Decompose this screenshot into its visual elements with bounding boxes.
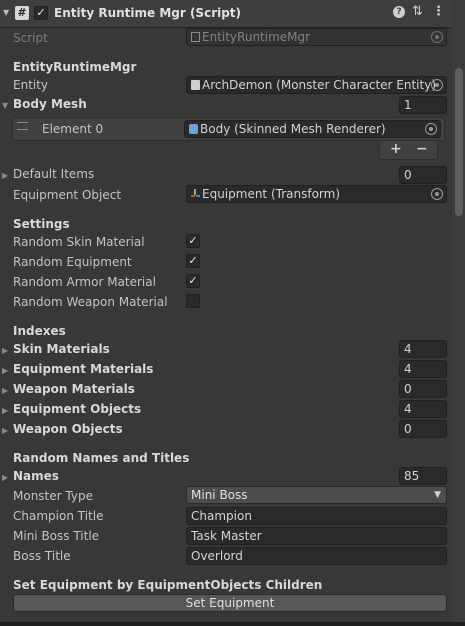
index-weapon-objects-field[interactable]: 0 xyxy=(399,420,447,438)
component-title: Entity Runtime Mgr (Script) xyxy=(54,6,242,20)
foldout-arrow-icon[interactable]: ▼ xyxy=(3,8,9,17)
kebab-menu-icon[interactable]: ⋮ xyxy=(432,4,445,19)
default-items-size-field[interactable]: 0 xyxy=(399,166,447,184)
default-items-foldout[interactable]: ▶ Default Items xyxy=(2,167,94,181)
setting-random-skin-material-label: Random Skin Material xyxy=(13,235,145,249)
foldout-closed-arrow-icon: ▶ xyxy=(2,346,9,355)
index-equipment-objects-field[interactable]: 4 xyxy=(399,400,447,418)
index-equipment-materials-foldout[interactable]: ▶ Equipment Materials xyxy=(2,362,153,376)
element-0-field[interactable]: Body (Skinned Mesh Renderer) xyxy=(184,120,441,138)
foldout-closed-arrow-icon: ▶ xyxy=(2,386,9,395)
foldout-closed-arrow-icon: ▶ xyxy=(2,171,9,180)
index-weapon-objects-label: Weapon Objects xyxy=(13,422,123,436)
index-skin-materials-foldout[interactable]: ▶ Skin Materials xyxy=(2,342,110,356)
monster-type-label: Monster Type xyxy=(13,489,93,503)
names-label: Names xyxy=(13,469,59,483)
index-weapon-materials-field[interactable]: 0 xyxy=(399,380,447,398)
champion-title-field[interactable]: Champion xyxy=(186,507,447,525)
script-field-value: EntityRuntimeMgr xyxy=(202,30,311,44)
dropdown-arrow-icon: ▼ xyxy=(434,490,441,500)
index-weapon-materials-label: Weapon Materials xyxy=(13,382,135,396)
body-mesh-label: Body Mesh xyxy=(13,97,87,111)
setting-random-equipment-checkbox[interactable]: ✓ xyxy=(186,254,200,268)
element-0-value: Body (Skinned Mesh Renderer) xyxy=(200,122,386,136)
section-indexes: Indexes xyxy=(13,324,66,338)
equipment-object-value: Equipment (Transform) xyxy=(202,187,341,201)
skinned-mesh-icon xyxy=(189,124,198,134)
entity-label: Entity xyxy=(13,78,49,92)
index-skin-materials-label: Skin Materials xyxy=(13,342,110,356)
setting-random-equipment-label: Random Equipment xyxy=(13,255,132,269)
body-mesh-size-field[interactable]: 1 xyxy=(399,96,447,114)
script-field[interactable]: EntityRuntimeMgr xyxy=(186,28,447,46)
transform-icon xyxy=(191,189,200,199)
foldout-closed-arrow-icon: ▶ xyxy=(2,366,9,375)
foldout-closed-arrow-icon: ▶ xyxy=(2,406,9,415)
section-random-names: Random Names and Titles xyxy=(13,451,190,465)
names-size-field[interactable]: 85 xyxy=(399,467,447,485)
index-equipment-objects-foldout[interactable]: ▶ Equipment Objects xyxy=(2,402,141,416)
next-component-edge xyxy=(0,622,465,626)
setting-random-skin-material-checkbox[interactable]: ✓ xyxy=(186,234,200,248)
section-settings: Settings xyxy=(13,217,70,231)
index-weapon-objects-foldout[interactable]: ▶ Weapon Objects xyxy=(2,422,123,436)
entity-field[interactable]: ArchDemon (Monster Character Entity) xyxy=(186,76,447,94)
script-file-icon xyxy=(191,32,200,42)
monster-type-value: Mini Boss xyxy=(191,488,248,502)
boss-title-field[interactable]: Overlord xyxy=(186,547,447,565)
script-label: Script xyxy=(13,31,48,45)
names-foldout[interactable]: ▶ Names xyxy=(2,469,59,483)
monster-type-dropdown[interactable]: Mini Boss ▼ xyxy=(186,486,447,504)
section-entity-runtime-mgr: EntityRuntimeMgr xyxy=(13,60,137,74)
drag-handle-icon[interactable] xyxy=(17,122,28,130)
element-0-label: Element 0 xyxy=(42,122,104,136)
scrollbar-thumb[interactable] xyxy=(455,68,463,216)
entity-field-value: ArchDemon (Monster Character Entity) xyxy=(202,78,436,92)
object-picker-icon[interactable] xyxy=(425,123,437,135)
body-mesh-foldout[interactable]: ▼ Body Mesh xyxy=(2,97,87,111)
index-equipment-materials-field[interactable]: 4 xyxy=(399,360,447,378)
setting-random-weapon-material-label: Random Weapon Material xyxy=(13,295,168,309)
object-picker-icon[interactable] xyxy=(431,188,443,200)
remove-element-button[interactable]: − xyxy=(416,141,428,157)
object-picker-icon[interactable] xyxy=(431,31,443,43)
add-element-button[interactable]: + xyxy=(390,141,402,157)
set-equipment-button[interactable]: Set Equipment xyxy=(13,594,447,612)
section-set-equipment: Set Equipment by EquipmentObjects Childr… xyxy=(13,578,323,592)
setting-random-armor-material-checkbox[interactable]: ✓ xyxy=(186,274,200,288)
mini-boss-title-label: Mini Boss Title xyxy=(13,529,100,543)
index-equipment-materials-label: Equipment Materials xyxy=(13,362,154,376)
help-icon[interactable]: ? xyxy=(393,6,405,18)
setting-random-armor-material-label: Random Armor Material xyxy=(13,275,156,289)
boss-title-label: Boss Title xyxy=(13,549,71,563)
sliders-icon[interactable]: ⇅ xyxy=(412,4,423,19)
object-picker-icon[interactable] xyxy=(431,79,443,91)
equipment-object-field[interactable]: Equipment (Transform) xyxy=(186,185,447,203)
script-icon: # xyxy=(15,6,29,20)
champion-title-label: Champion Title xyxy=(13,509,104,523)
index-equipment-objects-label: Equipment Objects xyxy=(13,402,142,416)
foldout-open-arrow-icon: ▼ xyxy=(2,101,9,110)
list-add-remove-footer: + − xyxy=(379,141,438,160)
equipment-object-label: Equipment Object xyxy=(13,188,122,202)
index-skin-materials-field[interactable]: 4 xyxy=(399,340,447,358)
index-weapon-materials-foldout[interactable]: ▶ Weapon Materials xyxy=(2,382,135,396)
mini-boss-title-field[interactable]: Task Master xyxy=(186,527,447,545)
component-enabled-checkbox[interactable]: ✓ xyxy=(34,6,48,20)
entity-script-icon xyxy=(191,80,200,90)
foldout-closed-arrow-icon: ▶ xyxy=(2,426,9,435)
default-items-label: Default Items xyxy=(13,167,95,181)
foldout-closed-arrow-icon: ▶ xyxy=(2,473,9,482)
setting-random-weapon-material-checkbox[interactable] xyxy=(186,294,200,308)
